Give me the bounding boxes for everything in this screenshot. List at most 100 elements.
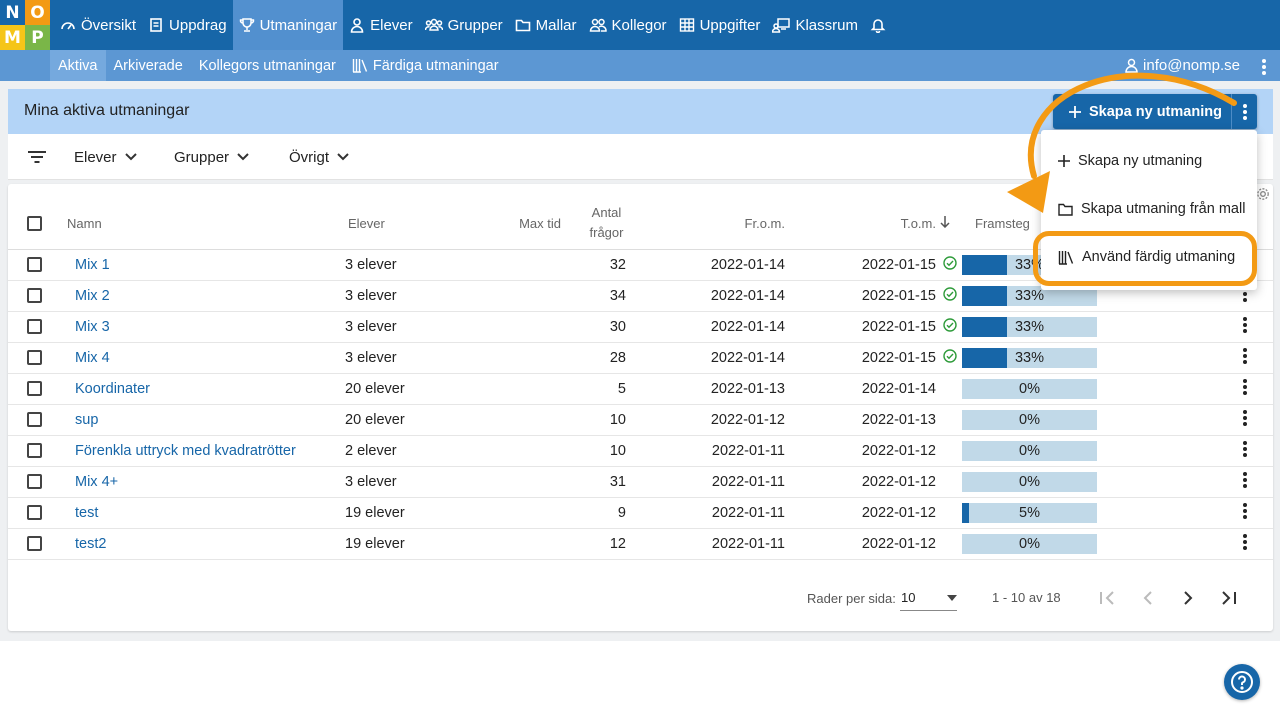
row-menu-icon[interactable] (1243, 501, 1247, 521)
last-page-button[interactable] (1216, 586, 1240, 610)
nav-item-klassrum[interactable]: Klassrum (766, 0, 864, 50)
students-count: 20 elever (338, 404, 468, 436)
row-checkbox[interactable] (27, 288, 42, 304)
table-row[interactable]: Koordinater 20 elever 5 2022-01-13 2022-01-1… (8, 373, 1273, 405)
notifications-button[interactable] (864, 0, 892, 50)
to-date: 2022-01-15 (785, 311, 936, 343)
row-menu-icon[interactable] (1243, 346, 1247, 366)
challenge-name-link[interactable]: Mix 3 (75, 319, 110, 335)
row-checkbox[interactable] (27, 443, 42, 459)
filter-elever[interactable]: Elever (74, 134, 137, 180)
challenge-name-link[interactable]: Mix 1 (75, 257, 110, 273)
settings-icon[interactable] (1256, 187, 1270, 201)
tab-kollegors-utmaningar[interactable]: Kollegors utmaningar (191, 50, 344, 81)
row-menu-icon[interactable] (1243, 439, 1247, 459)
filter-icon[interactable] (27, 150, 47, 164)
nav-item-utmaningar[interactable]: Utmaningar (232, 0, 344, 50)
next-page-button[interactable] (1176, 586, 1200, 610)
create-challenge-main[interactable]: Skapa ny utmaning (1053, 104, 1231, 120)
col-header-students[interactable]: Elever (338, 198, 468, 250)
challenge-name-link[interactable]: test2 (75, 536, 106, 552)
more-vert-icon[interactable] (1262, 57, 1266, 82)
rows-per-page-select[interactable]: 10 (900, 585, 957, 611)
row-checkbox[interactable] (27, 257, 42, 273)
nav-item-kollegor[interactable]: Kollegor (583, 0, 673, 50)
row-menu-icon[interactable] (1243, 315, 1247, 335)
grid-icon (679, 18, 694, 32)
nomp-logo[interactable]: N O M P (0, 0, 50, 50)
from-date: 2022-01-11 (640, 466, 785, 498)
row-checkbox[interactable] (27, 505, 42, 521)
challenge-name-link[interactable]: Förenkla uttryck med kvadratrötter (75, 443, 296, 459)
from-date: 2022-01-11 (640, 528, 785, 560)
questions-count: 31 (573, 466, 640, 498)
students-count: 3 elever (338, 466, 468, 498)
row-menu-icon[interactable] (1243, 408, 1247, 428)
assignment-icon (150, 18, 162, 32)
arrow-down-icon[interactable] (940, 215, 950, 228)
menu-item-create-from-template[interactable]: Skapa utmaning från mall (1041, 187, 1257, 231)
max-time (468, 466, 573, 498)
user-account[interactable]: info@nomp.se (1125, 50, 1240, 81)
table-row[interactable]: test2 19 elever 12 2022-01-11 2022-01-12 0% (8, 528, 1273, 560)
nav-item-uppgifter[interactable]: Uppgifter (673, 0, 767, 50)
table-row[interactable]: Mix 3 3 elever 30 2022-01-14 2022-01-15 33% (8, 311, 1273, 343)
students-count: 3 elever (338, 311, 468, 343)
row-checkbox[interactable] (27, 536, 42, 552)
row-menu-icon[interactable] (1243, 470, 1247, 490)
nav-item-grupper[interactable]: Grupper (419, 0, 509, 50)
first-page-button[interactable] (1096, 586, 1120, 610)
students-count: 19 elever (338, 528, 468, 560)
create-challenge-button[interactable]: Skapa ny utmaning (1053, 94, 1257, 129)
filter-ovrigt[interactable]: Övrigt (289, 134, 349, 180)
challenge-name-link[interactable]: Mix 2 (75, 288, 110, 304)
select-all-checkbox[interactable] (27, 216, 42, 232)
nav-item-elever[interactable]: Elever (343, 0, 419, 50)
row-checkbox[interactable] (27, 319, 42, 335)
tab-aktiva[interactable]: Aktiva (50, 50, 106, 81)
menu-item-use-ready-challenge[interactable]: Använd färdig utmaning (1041, 235, 1257, 279)
to-date: 2022-01-14 (785, 373, 936, 405)
row-checkbox[interactable] (27, 350, 42, 366)
questions-count: 32 (573, 249, 640, 281)
tab-fardiga-utmaningar[interactable]: Färdiga utmaningar (344, 50, 507, 81)
row-menu-icon[interactable] (1243, 377, 1247, 397)
challenge-name-link[interactable]: test (75, 505, 98, 521)
progress-label: 0% (1019, 380, 1040, 397)
help-button[interactable] (1224, 664, 1260, 700)
nav-item-oversikt[interactable]: Översikt (54, 0, 142, 50)
plus-icon (1069, 105, 1081, 118)
row-checkbox[interactable] (27, 381, 42, 397)
from-date: 2022-01-14 (640, 280, 785, 312)
table-row[interactable]: Förenkla uttryck med kvadratrötter 2 elev… (8, 435, 1273, 467)
check-circle-icon (942, 317, 957, 332)
progress-label: 0% (1019, 473, 1040, 490)
challenge-name-link[interactable]: sup (75, 412, 98, 428)
col-header-to[interactable]: T.o.m. (785, 198, 936, 250)
previous-page-button[interactable] (1136, 586, 1160, 610)
table-row[interactable]: Mix 4+ 3 elever 31 2022-01-11 2022-01-12 0% (8, 466, 1273, 498)
chevron-down-icon (124, 153, 137, 161)
col-header-questions[interactable]: Antal frågor (573, 198, 640, 250)
tab-arkiverade[interactable]: Arkiverade (106, 50, 191, 81)
to-date: 2022-01-12 (785, 435, 936, 467)
challenge-name-link[interactable]: Mix 4+ (75, 474, 118, 490)
nav-item-uppdrag[interactable]: Uppdrag (142, 0, 233, 50)
row-checkbox[interactable] (27, 412, 42, 428)
col-header-maxtime[interactable]: Max tid (468, 198, 573, 250)
table-row[interactable]: test 19 elever 9 2022-01-11 2022-01-12 5% (8, 497, 1273, 529)
nav-item-mallar[interactable]: Mallar (509, 0, 583, 50)
filter-grupper[interactable]: Grupper (174, 134, 249, 180)
row-menu-icon[interactable] (1243, 532, 1247, 552)
menu-item-create-new[interactable]: Skapa ny utmaning (1041, 139, 1257, 183)
progress-bar: 0% (962, 378, 1097, 399)
create-menu-toggle[interactable] (1231, 94, 1257, 129)
table-row[interactable]: sup 20 elever 10 2022-01-12 2022-01-13 0% (8, 404, 1273, 436)
challenge-name-link[interactable]: Mix 4 (75, 350, 110, 366)
challenge-name-link[interactable]: Koordinater (75, 381, 150, 397)
table-row[interactable]: Mix 4 3 elever 28 2022-01-14 2022-01-15 33% (8, 342, 1273, 374)
col-header-from[interactable]: Fr.o.m. (640, 198, 785, 250)
more-vert-icon (1242, 102, 1247, 122)
col-header-name[interactable]: Namn (61, 198, 338, 250)
row-checkbox[interactable] (27, 474, 42, 490)
